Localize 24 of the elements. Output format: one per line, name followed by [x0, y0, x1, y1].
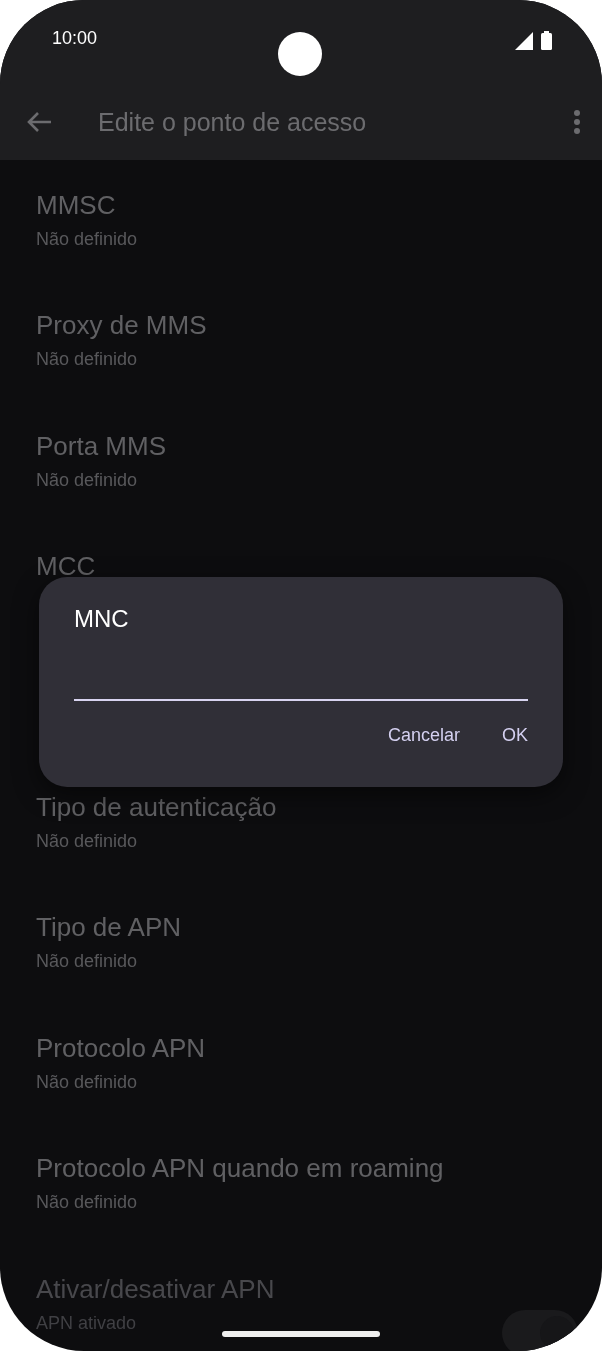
- setting-title[interactable]: Protocolo APN quando em roaming: [36, 1153, 444, 1185]
- dialog-button[interactable]: OK: [492, 719, 538, 752]
- back-arrow-icon[interactable]: [26, 111, 52, 133]
- setting-title[interactable]: Tipo de autenticação: [36, 791, 277, 823]
- dialog-title: MNC: [74, 605, 129, 633]
- setting-title[interactable]: Proxy de MMS: [36, 310, 207, 342]
- setting-title[interactable]: Porta MMS: [36, 430, 167, 462]
- dialog-button[interactable]: Cancelar: [377, 719, 470, 752]
- setting-title[interactable]: Protocolo APN: [36, 1032, 206, 1064]
- more-options-icon[interactable]: [574, 110, 580, 134]
- battery-icon: [541, 31, 552, 50]
- setting-title[interactable]: MMSC: [36, 190, 138, 221]
- setting-summary: Não definido: [36, 229, 138, 250]
- setting-summary: Não definido: [36, 951, 139, 973]
- setting-summary: Não definido: [36, 1192, 139, 1214]
- camera-icon: [278, 32, 322, 76]
- screen-title: Edite o ponto de acesso: [98, 107, 368, 137]
- setting-summary: Não definido: [36, 1071, 139, 1093]
- status-time: 10:00: [52, 28, 98, 49]
- setting-summary: Não definido: [36, 469, 139, 491]
- signal-icon: [515, 31, 533, 50]
- setting-summary: Não definido: [36, 830, 139, 852]
- setting-title[interactable]: Tipo de APN: [36, 912, 181, 944]
- setting-summary: Não definido: [36, 349, 139, 371]
